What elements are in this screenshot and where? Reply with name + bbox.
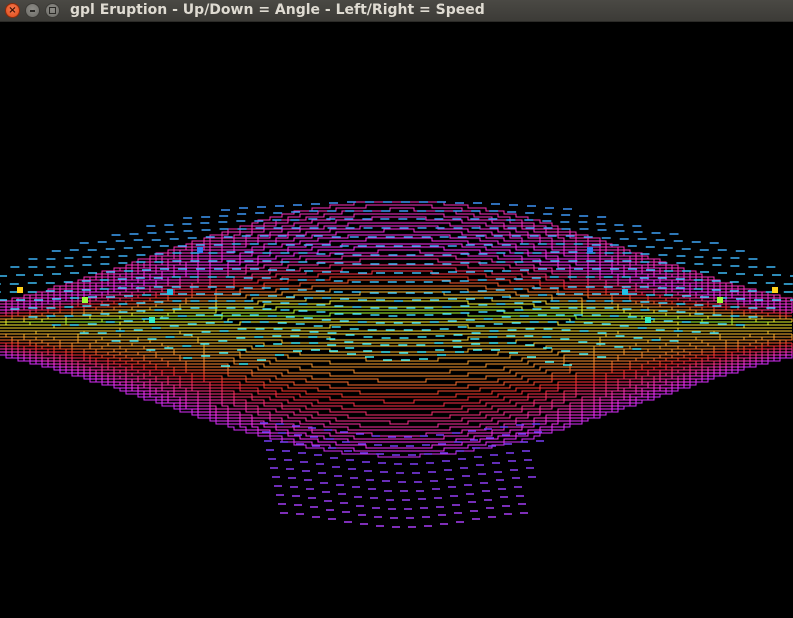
upper-dome — [0, 201, 793, 367]
wave-line — [0, 204, 792, 302]
app-window: × gpl Eruption - Up/Down = Angle - Left/… — [0, 0, 793, 618]
accent-dot — [167, 289, 173, 295]
eruption-visualization — [0, 201, 793, 528]
wave-line — [0, 345, 793, 416]
wave-line — [0, 354, 792, 449]
wave-line — [0, 330, 792, 341]
wave-line — [0, 216, 792, 305]
accent-dot — [717, 297, 723, 303]
accent-dot — [587, 247, 593, 253]
accent-dot — [149, 317, 155, 323]
window-title: gpl Eruption - Up/Down = Angle - Left/Ri… — [70, 2, 485, 18]
close-button[interactable]: × — [5, 3, 20, 18]
close-icon: × — [8, 5, 17, 16]
title-bar[interactable]: × gpl Eruption - Up/Down = Angle - Left/… — [0, 0, 793, 22]
accent-dot — [17, 287, 23, 293]
wave-line — [0, 339, 792, 386]
maximize-icon — [49, 7, 56, 14]
wave-line — [0, 348, 792, 419]
maximize-button[interactable] — [45, 3, 60, 18]
accent-dot — [82, 297, 88, 303]
game-canvas[interactable] — [0, 22, 793, 618]
wave-line — [0, 342, 792, 389]
minimize-icon — [30, 10, 35, 12]
wave-line — [0, 351, 793, 440]
wave-line — [0, 333, 793, 362]
accent-dot — [197, 247, 203, 253]
wave-line — [0, 342, 792, 395]
minimize-button[interactable] — [25, 3, 40, 18]
accent-dot — [772, 287, 778, 293]
wave-line — [0, 348, 792, 425]
wave-line — [0, 285, 792, 320]
accent-dot — [645, 317, 651, 323]
accent-dot — [622, 289, 628, 295]
